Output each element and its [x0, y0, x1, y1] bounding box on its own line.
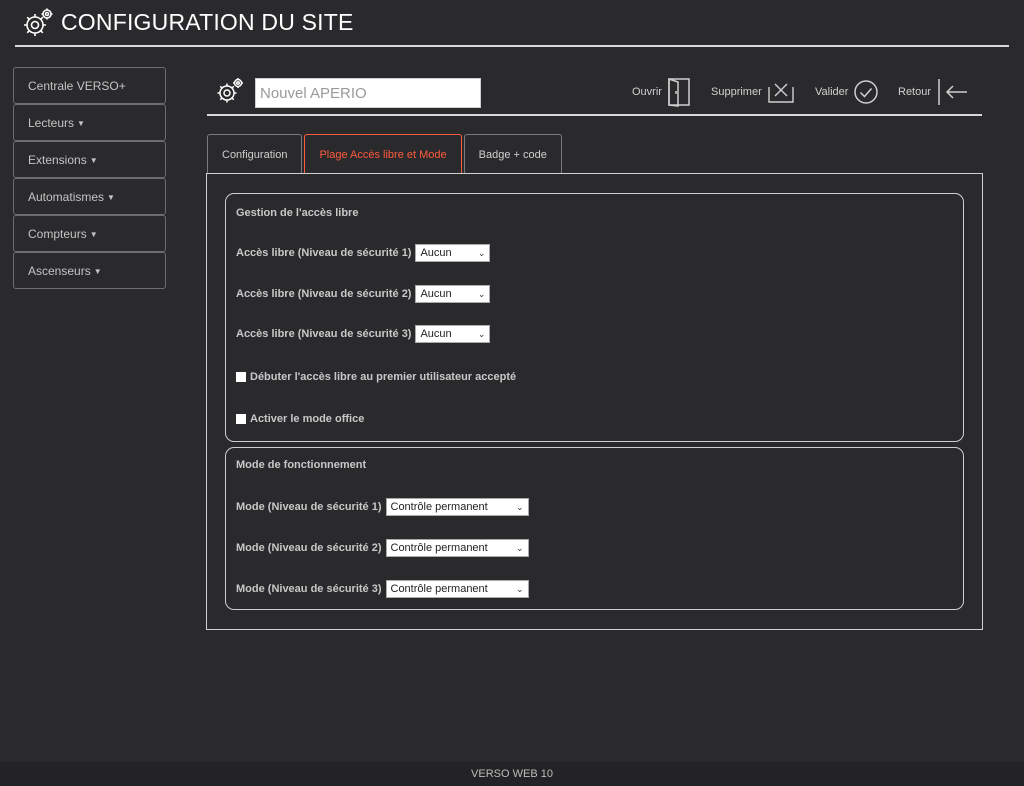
chevron-down-icon: ⌄ [477, 247, 486, 258]
first-user-checkbox-label: Débuter l'accès libre au premier utilisa… [250, 371, 517, 383]
page-title: CONFIGURATION DU SITE [61, 9, 354, 35]
open-button[interactable]: Ouvrir [632, 76, 692, 108]
validate-button[interactable]: Valider [815, 76, 880, 108]
caret-down-icon: ▼ [93, 267, 102, 276]
free-access-row-1: Accès libre (Niveau de sécurité 1) Aucun… [236, 243, 491, 263]
back-button[interactable]: Retour [898, 76, 971, 108]
first-user-checkbox-row: Débuter l'accès libre au premier utilisa… [236, 369, 516, 385]
free-access-label-2: Accès libre (Niveau de sécurité 2) [236, 288, 412, 300]
sidebar-item-label: Centrale VERSO+ [28, 79, 126, 93]
chevron-down-icon: ⌄ [477, 288, 486, 299]
office-mode-checkbox[interactable] [236, 414, 246, 424]
chevron-down-icon: ⌄ [515, 583, 524, 594]
footer: VERSO WEB 10 [0, 762, 1024, 786]
sidebar-item-label: Extensions [28, 153, 87, 167]
select-value: Contrôle permanent [390, 542, 488, 554]
sidebar-item-label: Ascenseurs [28, 264, 91, 278]
validate-label: Valider [815, 86, 849, 98]
select-value: Contrôle permanent [390, 583, 488, 595]
sidebar-item-ascenseurs[interactable]: Ascenseurs ▼ [13, 252, 166, 289]
door-icon [668, 77, 690, 107]
select-value: Aucun [420, 288, 452, 300]
free-access-label-1: Accès libre (Niveau de sécurité 1) [236, 247, 412, 259]
mode-row-2: Mode (Niveau de sécurité 2) Contrôle per… [236, 538, 529, 558]
free-access-select-3[interactable]: Aucun ⌄ [415, 325, 491, 343]
first-user-checkbox[interactable] [236, 372, 246, 382]
tab-bar: Configuration Plage Accès libre et Mode … [207, 134, 564, 173]
operating-mode-group: Mode de fonctionnement Mode (Niveau de s… [225, 447, 964, 610]
operating-mode-title: Mode de fonctionnement [236, 459, 367, 471]
delete-label: Supprimer [711, 86, 762, 98]
free-access-row-2: Accès libre (Niveau de sécurité 2) Aucun… [236, 284, 491, 304]
tab-badge-code[interactable]: Badge + code [463, 134, 562, 173]
sidebar-item-centrale[interactable]: Centrale VERSO+ [13, 67, 166, 104]
toolbar: Ouvrir Supprimer Valider Retour [207, 70, 982, 116]
tab-configuration[interactable]: Configuration [207, 134, 303, 173]
free-access-title: Gestion de l'accès libre [236, 207, 359, 219]
chevron-down-icon: ⌄ [515, 501, 524, 512]
free-access-label-3: Accès libre (Niveau de sécurité 3) [236, 328, 412, 340]
sidebar-item-automatismes[interactable]: Automatismes ▼ [13, 178, 166, 215]
mode-row-3: Mode (Niveau de sécurité 3) Contrôle per… [236, 579, 529, 599]
mode-label-3: Mode (Niveau de sécurité 3) [236, 583, 382, 595]
chevron-down-icon: ⌄ [515, 542, 524, 553]
sidebar-item-lecteurs[interactable]: Lecteurs ▼ [13, 104, 166, 141]
caret-down-icon: ▼ [89, 230, 98, 239]
chevron-down-icon: ⌄ [477, 328, 486, 339]
check-circle-icon [854, 80, 879, 104]
mode-label-2: Mode (Niveau de sécurité 2) [236, 542, 382, 554]
mode-select-1[interactable]: Contrôle permanent ⌄ [385, 498, 529, 516]
delete-button[interactable]: Supprimer [711, 76, 796, 108]
sidebar: Centrale VERSO+ Lecteurs ▼ Extensions ▼ Au… [13, 67, 166, 289]
free-access-row-3: Accès libre (Niveau de sécurité 3) Aucun… [236, 324, 491, 344]
office-mode-checkbox-label: Activer le mode office [250, 413, 365, 425]
back-label: Retour [898, 86, 932, 98]
select-value: Aucun [420, 328, 452, 340]
sidebar-item-label: Lecteurs [28, 116, 75, 130]
select-value: Aucun [420, 247, 452, 259]
mode-row-1: Mode (Niveau de sécurité 1) Contrôle per… [236, 497, 529, 517]
free-access-group: Gestion de l'accès libre Accès libre (Ni… [225, 193, 964, 442]
sidebar-item-label: Compteurs [28, 227, 87, 241]
sidebar-item-label: Automatismes [28, 190, 105, 204]
mode-select-2[interactable]: Contrôle permanent ⌄ [385, 539, 529, 557]
tab-panel: Gestion de l'accès libre Accès libre (Ni… [206, 173, 983, 630]
gear-icon [217, 78, 243, 103]
mode-select-3[interactable]: Contrôle permanent ⌄ [385, 580, 529, 598]
caret-down-icon: ▼ [89, 156, 98, 165]
device-name-input[interactable] [255, 78, 481, 108]
office-mode-checkbox-row: Activer le mode office [236, 411, 364, 427]
open-label: Ouvrir [632, 86, 662, 98]
back-arrow-icon [938, 79, 968, 105]
gear-icon [24, 8, 53, 36]
free-access-select-1[interactable]: Aucun ⌄ [415, 244, 491, 262]
page-header: CONFIGURATION DU SITE [15, 0, 1009, 47]
sidebar-item-extensions[interactable]: Extensions ▼ [13, 141, 166, 178]
free-access-select-2[interactable]: Aucun ⌄ [415, 285, 491, 303]
delete-box-icon [768, 83, 794, 103]
select-value: Contrôle permanent [390, 501, 488, 513]
caret-down-icon: ▼ [77, 119, 85, 128]
tab-free-access-mode[interactable]: Plage Accès libre et Mode [304, 134, 462, 173]
sidebar-item-compteurs[interactable]: Compteurs ▼ [13, 215, 166, 252]
caret-down-icon: ▼ [107, 193, 115, 202]
mode-label-1: Mode (Niveau de sécurité 1) [236, 501, 382, 513]
